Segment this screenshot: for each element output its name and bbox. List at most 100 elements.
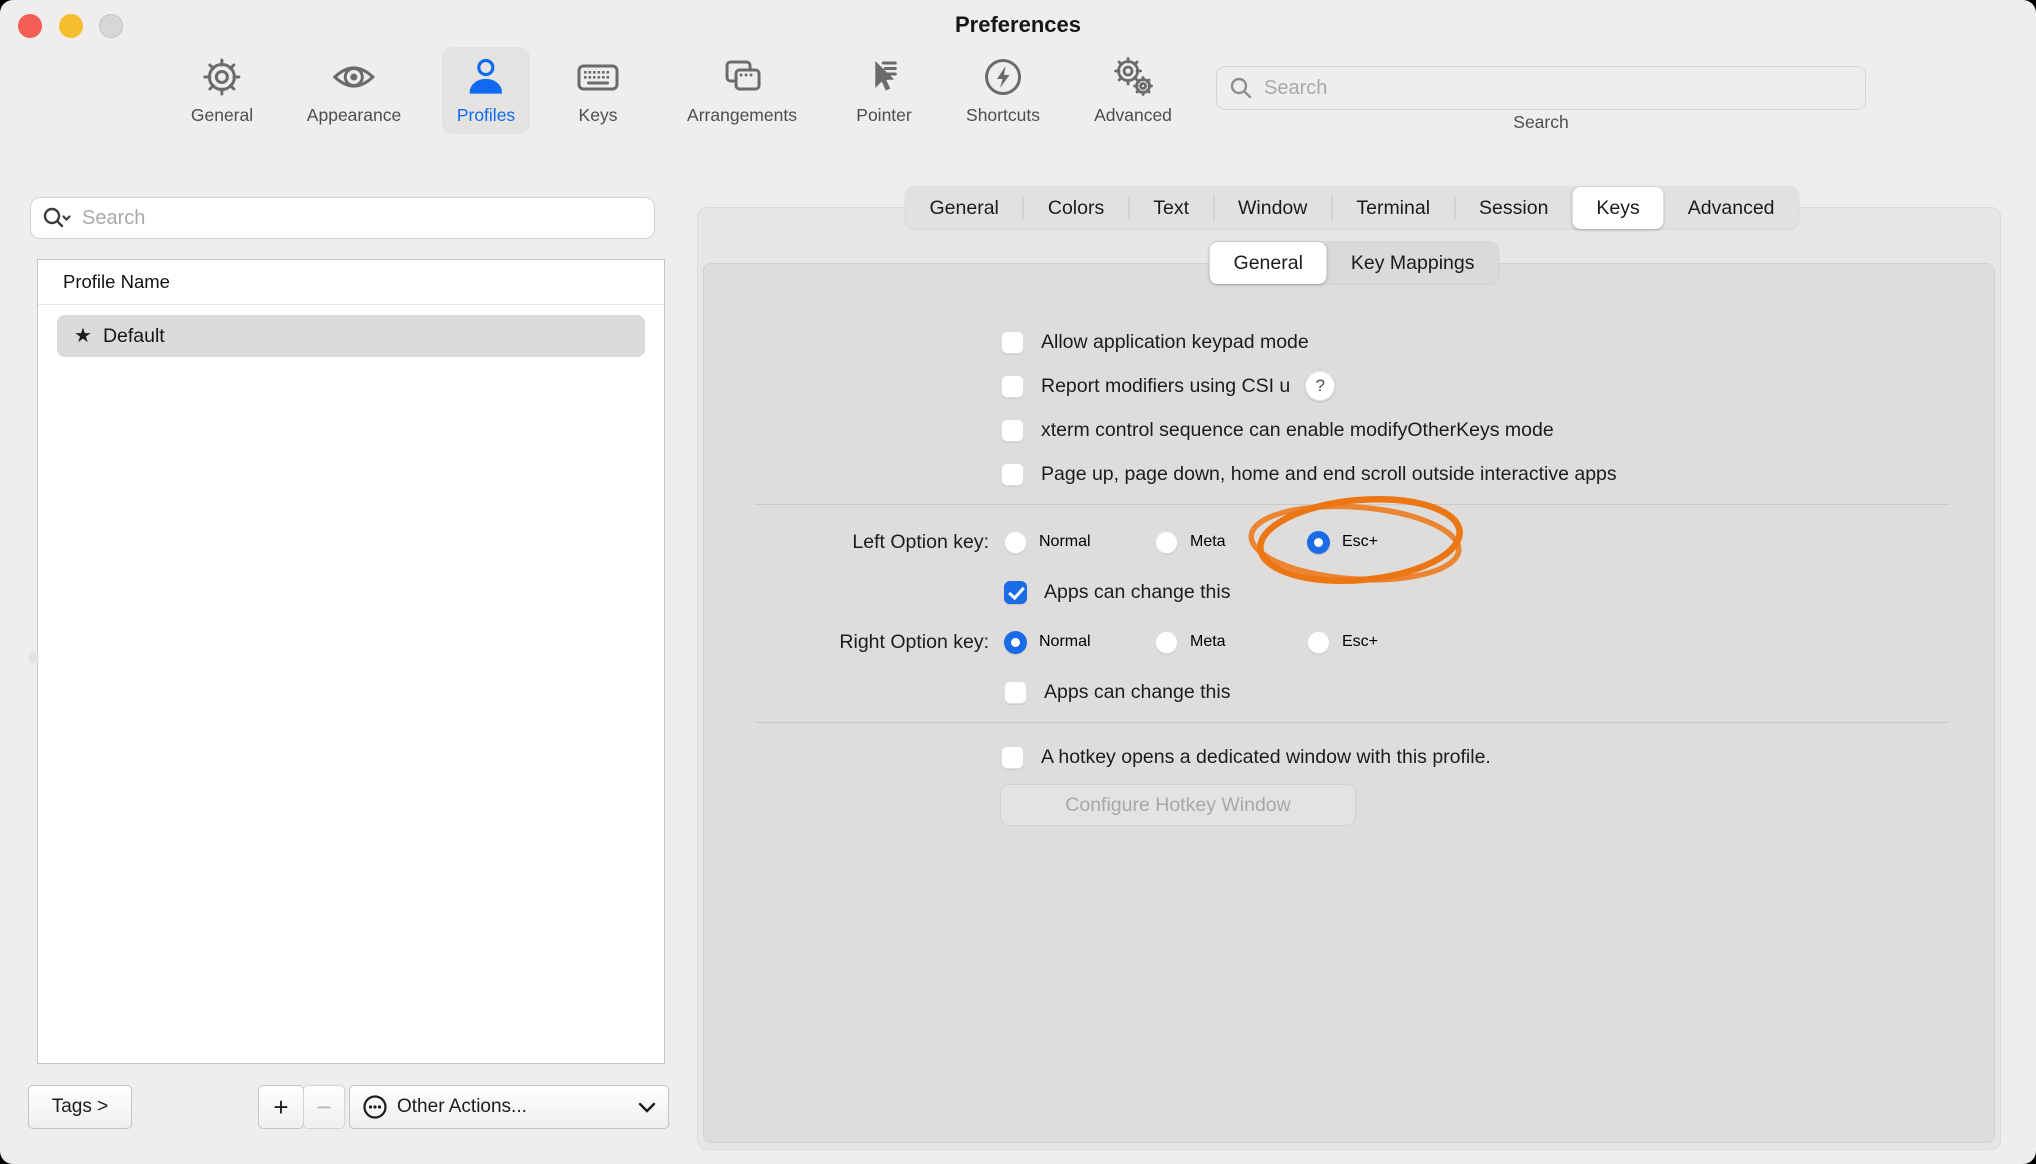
other-actions-dropdown[interactable]: Other Actions... bbox=[349, 1085, 669, 1129]
profile-list-header: Profile Name bbox=[38, 260, 664, 305]
windows-icon bbox=[719, 54, 765, 100]
tab-keys[interactable]: Keys bbox=[1572, 187, 1663, 229]
keyboard-icon bbox=[575, 54, 621, 100]
ellipsis-circle-icon bbox=[362, 1094, 388, 1120]
checkbox-label: A hotkey opens a dedicated window with t… bbox=[1041, 746, 1491, 769]
tab-session[interactable]: Session bbox=[1455, 187, 1572, 229]
radio-meta[interactable] bbox=[1155, 531, 1178, 554]
right-option-esc[interactable]: Esc+ bbox=[1307, 627, 1378, 657]
radio-label: Meta bbox=[1190, 633, 1226, 651]
checkbox-label: xterm control sequence can enable modify… bbox=[1041, 419, 1554, 442]
toolbar-search-input[interactable] bbox=[1262, 76, 1826, 101]
checkbox-label: Apps can change this bbox=[1044, 681, 1230, 704]
left-option-esc[interactable]: Esc+ bbox=[1307, 527, 1378, 557]
preferences-window: Preferences General Appearance Profiles … bbox=[0, 0, 2036, 1164]
radio-normal[interactable] bbox=[1004, 531, 1027, 554]
toolbar-item-arrangements[interactable]: Arrangements bbox=[672, 47, 812, 134]
checkbox-right-apps-change[interactable] bbox=[1004, 681, 1027, 704]
profile-row-default[interactable]: ★ Default bbox=[57, 315, 645, 357]
separator bbox=[755, 722, 1949, 723]
remove-profile-button: − bbox=[303, 1085, 345, 1129]
toolbar-item-profiles[interactable]: Profiles bbox=[442, 47, 530, 134]
profile-search-field[interactable] bbox=[30, 197, 655, 239]
toolbar-item-keys[interactable]: Keys bbox=[560, 47, 636, 134]
left-option-meta[interactable]: Meta bbox=[1155, 527, 1226, 557]
toolbar-search-field[interactable] bbox=[1216, 66, 1866, 110]
toolbar-label: Arrangements bbox=[687, 105, 797, 126]
radio-label: Meta bbox=[1190, 533, 1226, 551]
subtab-general[interactable]: General bbox=[1210, 242, 1327, 284]
chevron-down-icon bbox=[638, 1101, 656, 1113]
tags-button[interactable]: Tags > bbox=[28, 1085, 132, 1129]
subtab-key-mappings[interactable]: Key Mappings bbox=[1327, 242, 1499, 284]
profile-list: Profile Name ★ Default bbox=[37, 259, 665, 1064]
right-option-meta[interactable]: Meta bbox=[1155, 627, 1226, 657]
toolbar-label: Keys bbox=[579, 105, 618, 126]
checkbox-left-apps-change[interactable] bbox=[1004, 581, 1027, 604]
profile-section-tabs: General Colors Text Window Terminal Sess… bbox=[905, 187, 1798, 229]
other-actions-label: Other Actions... bbox=[397, 1096, 629, 1118]
row-modify-other-keys: xterm control sequence can enable modify… bbox=[1001, 415, 1554, 445]
splitter-handle[interactable] bbox=[28, 652, 39, 663]
toolbar-item-pointer[interactable]: Pointer bbox=[841, 47, 926, 134]
screen: Preferences General Appearance Profiles … bbox=[0, 0, 2036, 1164]
right-option-key-label: Right Option key: bbox=[697, 627, 989, 657]
lightning-icon bbox=[980, 54, 1026, 100]
tab-text[interactable]: Text bbox=[1129, 187, 1213, 229]
checkbox-label: Allow application keypad mode bbox=[1041, 331, 1309, 354]
keys-tab-content bbox=[703, 263, 1995, 1143]
checkbox-label: Report modifiers using CSI u bbox=[1041, 375, 1290, 398]
tab-window[interactable]: Window bbox=[1214, 187, 1331, 229]
toolbar-label: Shortcuts bbox=[966, 105, 1040, 126]
left-option-normal[interactable]: Normal bbox=[1004, 527, 1091, 557]
toolbar-label: General bbox=[191, 105, 253, 126]
row-keypad-mode: Allow application keypad mode bbox=[1001, 327, 1309, 357]
radio-normal-selected[interactable] bbox=[1004, 631, 1027, 654]
search-menu-icon bbox=[42, 206, 72, 230]
separator bbox=[755, 504, 1949, 505]
toolbar-label: Appearance bbox=[307, 105, 401, 126]
person-icon bbox=[463, 54, 509, 100]
window-title: Preferences bbox=[0, 12, 2036, 38]
row-left-apps-change: Apps can change this bbox=[1004, 577, 1230, 607]
radio-label: Normal bbox=[1039, 633, 1091, 651]
checkbox-csi-u[interactable] bbox=[1001, 375, 1024, 398]
checkbox-modify-other-keys[interactable] bbox=[1001, 419, 1024, 442]
tab-general[interactable]: General bbox=[905, 187, 1022, 229]
gear-icon bbox=[199, 54, 245, 100]
profile-name: Default bbox=[103, 325, 165, 348]
checkbox-label: Apps can change this bbox=[1044, 581, 1230, 604]
row-csi-u: Report modifiers using CSI u ? bbox=[1001, 371, 1335, 401]
toolbar-item-shortcuts[interactable]: Shortcuts bbox=[951, 47, 1055, 134]
checkbox-hotkey-window[interactable] bbox=[1001, 746, 1024, 769]
row-hotkey-window: A hotkey opens a dedicated window with t… bbox=[1001, 742, 1491, 772]
cursor-icon bbox=[861, 54, 907, 100]
checkbox-keypad-mode[interactable] bbox=[1001, 331, 1024, 354]
radio-esc-selected[interactable] bbox=[1307, 531, 1330, 554]
toolbar-search-label: Search bbox=[1216, 112, 1866, 133]
tab-advanced[interactable]: Advanced bbox=[1664, 187, 1799, 229]
profile-list-actions: + − Other Actions... bbox=[258, 1085, 669, 1129]
help-button[interactable]: ? bbox=[1305, 371, 1335, 401]
profile-search-input[interactable] bbox=[80, 206, 624, 231]
tab-terminal[interactable]: Terminal bbox=[1332, 187, 1454, 229]
left-option-key-label: Left Option key: bbox=[697, 527, 989, 557]
checkbox-label: Page up, page down, home and end scroll … bbox=[1041, 463, 1617, 486]
radio-label: Normal bbox=[1039, 533, 1091, 551]
row-right-apps-change: Apps can change this bbox=[1004, 677, 1230, 707]
toolbar-label: Advanced bbox=[1094, 105, 1172, 126]
toolbar-item-general[interactable]: General bbox=[176, 47, 268, 134]
radio-meta[interactable] bbox=[1155, 631, 1178, 654]
checkbox-page-scroll[interactable] bbox=[1001, 463, 1024, 486]
right-option-normal[interactable]: Normal bbox=[1004, 627, 1091, 657]
row-page-scroll: Page up, page down, home and end scroll … bbox=[1001, 459, 1617, 489]
radio-esc[interactable] bbox=[1307, 631, 1330, 654]
radio-label: Esc+ bbox=[1342, 633, 1378, 651]
tab-colors[interactable]: Colors bbox=[1024, 187, 1128, 229]
toolbar-item-appearance[interactable]: Appearance bbox=[292, 47, 416, 134]
toolbar-item-advanced[interactable]: Advanced bbox=[1079, 47, 1187, 134]
star-icon: ★ bbox=[74, 326, 92, 346]
add-profile-button[interactable]: + bbox=[258, 1085, 304, 1129]
toolbar-label: Pointer bbox=[856, 105, 911, 126]
toolbar-label: Profiles bbox=[457, 105, 515, 126]
